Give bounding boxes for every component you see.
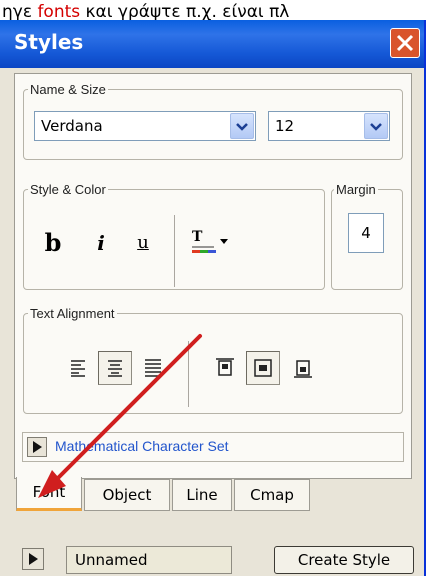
font-size-dropdown-button[interactable] <box>364 113 388 139</box>
close-icon <box>396 34 414 52</box>
valign-middle-button[interactable] <box>246 351 280 385</box>
tab-line[interactable]: Line <box>172 479 232 511</box>
caption-prefix: ηγε <box>2 2 38 22</box>
margin-legend: Margin <box>336 182 376 197</box>
caption-highlight: fonts <box>37 2 81 22</box>
align-left-icon <box>71 360 85 377</box>
align-justify-icon <box>145 359 161 377</box>
valign-top-button[interactable] <box>210 353 240 383</box>
font-panel: Name & Size Verdana 12 Style & Color b i… <box>14 73 412 479</box>
text-alignment-group: Text Alignment <box>23 306 403 414</box>
math-character-set-row[interactable]: Mathematical Character Set <box>22 432 404 462</box>
valign-top-icon <box>216 358 234 376</box>
alignment-separator <box>188 341 189 407</box>
tab-object[interactable]: Object <box>84 479 170 511</box>
math-character-set-label: Mathematical Character Set <box>55 438 229 454</box>
font-size-value: 12 <box>275 117 295 135</box>
font-name-value: Verdana <box>41 117 103 135</box>
font-name-dropdown-button[interactable] <box>230 113 254 139</box>
expand-arrow-button[interactable] <box>27 437 47 457</box>
triangle-right-icon <box>33 441 42 453</box>
caption-suffix: και γράψτε π.χ. είναι πλ <box>80 2 290 22</box>
text-color-icon <box>192 239 228 253</box>
name-size-group: Name & Size Verdana 12 <box>23 82 403 160</box>
triangle-right-icon <box>29 553 38 565</box>
bottom-bar: Unnamed Create Style <box>12 532 414 574</box>
margin-group: Margin 4 <box>331 182 403 290</box>
create-style-button[interactable]: Create Style <box>274 546 414 574</box>
title-bar[interactable]: Styles <box>0 20 424 68</box>
valign-middle-icon <box>254 359 272 377</box>
style-color-legend: Style & Color <box>30 182 106 197</box>
font-size-combo[interactable]: 12 <box>268 111 390 141</box>
text-alignment-legend: Text Alignment <box>30 306 115 321</box>
underline-button[interactable]: u <box>128 229 158 259</box>
font-name-combo[interactable]: Verdana <box>34 111 256 141</box>
tab-cmap[interactable]: Cmap <box>234 479 310 511</box>
valign-bottom-button[interactable] <box>288 353 318 383</box>
tab-font[interactable]: Font <box>16 477 82 511</box>
style-expand-button[interactable] <box>22 548 44 570</box>
align-center-button[interactable] <box>98 351 132 385</box>
align-left-button[interactable] <box>64 353 94 383</box>
toolbar-separator <box>174 215 175 287</box>
valign-bottom-icon <box>294 360 312 378</box>
close-button[interactable] <box>390 28 420 58</box>
bold-button[interactable]: b <box>38 229 68 259</box>
chevron-down-icon <box>236 123 248 131</box>
align-justify-button[interactable] <box>138 353 168 383</box>
window-title: Styles <box>14 30 84 54</box>
style-name-field[interactable]: Unnamed <box>66 546 232 574</box>
name-size-legend: Name & Size <box>30 82 106 97</box>
styles-window: Styles Name & Size Verdana 12 Style & Co… <box>0 20 426 576</box>
text-color-button[interactable]: T <box>190 227 238 259</box>
chevron-down-icon <box>370 123 382 131</box>
align-center-icon <box>108 360 122 377</box>
italic-button[interactable]: i <box>86 229 116 259</box>
margin-input[interactable]: 4 <box>348 213 384 253</box>
style-color-group: Style & Color b i u T <box>23 182 325 290</box>
